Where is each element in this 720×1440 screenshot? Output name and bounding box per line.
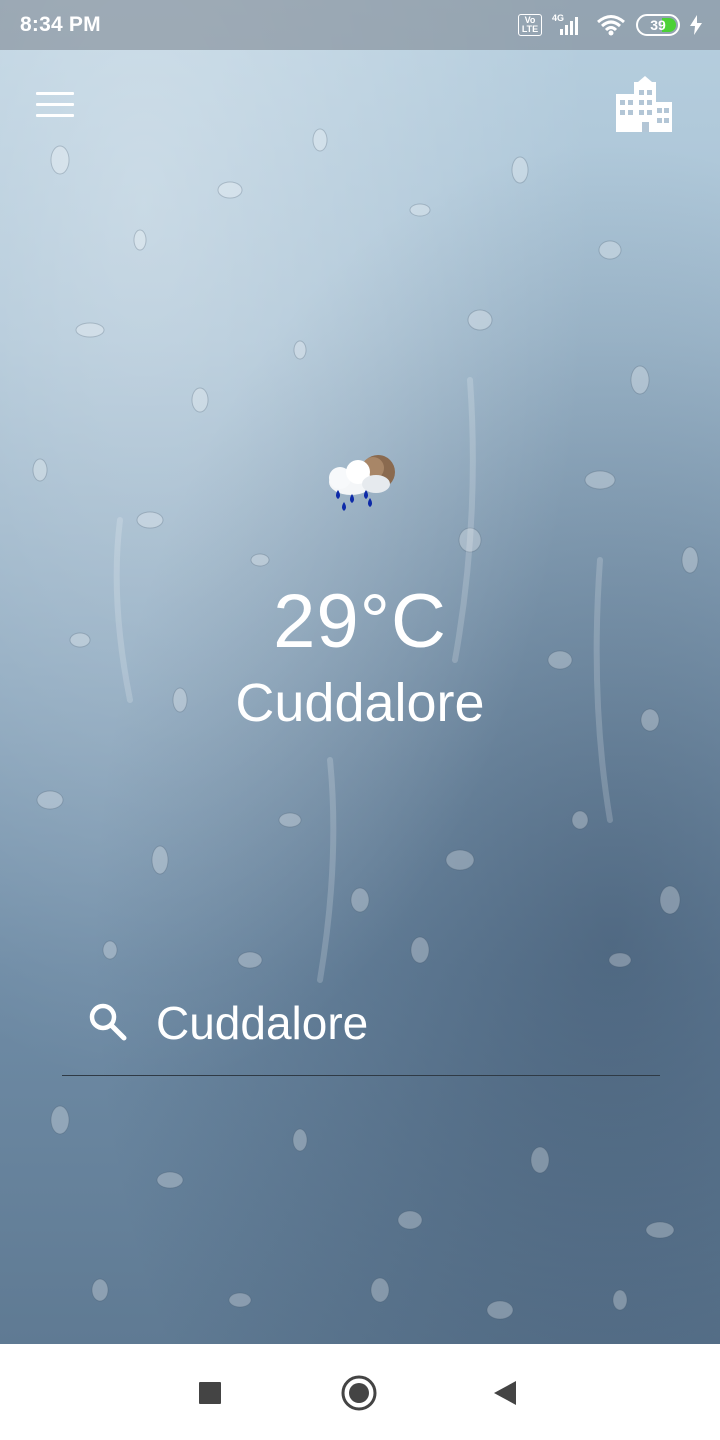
search-input[interactable] (156, 990, 646, 1056)
city-search-field[interactable] (62, 990, 660, 1076)
charging-icon (690, 15, 702, 35)
city-buildings-icon[interactable] (612, 74, 674, 136)
status-icons: Vo LTE 4G 39 (518, 13, 702, 37)
volte-icon: Vo LTE (518, 14, 542, 36)
triangle-back-icon[interactable] (480, 1368, 530, 1418)
circle-home-icon[interactable] (334, 1368, 384, 1418)
signal-icon: 4G (552, 13, 586, 37)
temperature: 29°C (273, 579, 447, 664)
status-time: 8:34 PM (20, 13, 101, 36)
city-name: Cuddalore (235, 673, 485, 733)
rain-cloud-moon-icon (329, 455, 395, 511)
signal-bars (560, 17, 578, 35)
battery-level: 39 (650, 17, 666, 33)
search-icon[interactable] (88, 1002, 128, 1042)
hamburger-menu-icon[interactable] (36, 92, 76, 122)
battery-icon: 39 (636, 14, 680, 36)
wifi-icon (597, 15, 625, 36)
navigation-bar (0, 1344, 720, 1440)
status-bar: 8:34 PM Vo LTE 4G 39 (0, 0, 720, 50)
square-recents-icon[interactable] (185, 1368, 235, 1418)
